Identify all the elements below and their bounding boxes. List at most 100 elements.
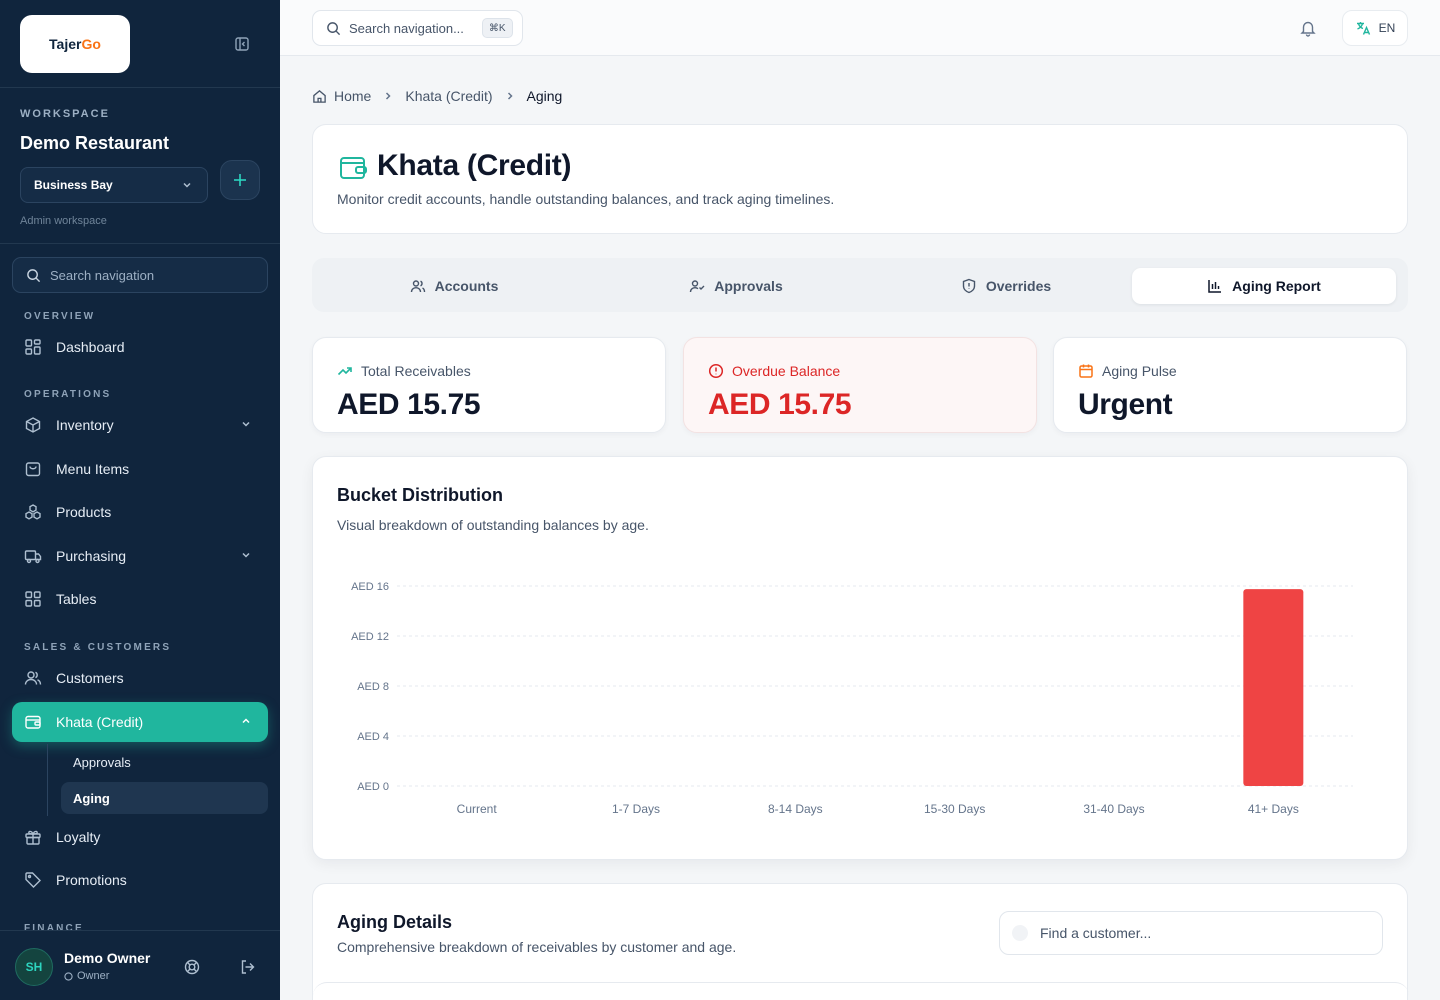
sidebar-subitem-approvals[interactable]: Approvals [61,746,268,778]
dashboard-grid-icon [25,339,41,355]
wallet-icon [25,715,41,729]
logo-accent-text: Go [81,36,101,52]
language-button[interactable]: EN [1342,10,1408,46]
tab-label: Accounts [434,278,499,294]
stat-total-receivables: Total Receivables AED 15.75 [312,337,666,433]
x-tick-label: 8-14 Days [768,802,823,816]
submenu-line [47,744,48,816]
sidebar-item-label: Customers [56,670,124,686]
gift-icon [25,830,41,845]
chevron-right-icon [507,92,513,100]
sidebar-item-menu-items[interactable]: Menu Items [12,449,268,489]
help-lifebuoy-icon[interactable] [183,958,201,976]
circle-icon [64,971,73,981]
breadcrumb: Home Khata (Credit) Aging [312,88,562,104]
tab-label: Aging Report [1232,278,1321,294]
sidebar: Tajer Go WORKSPACE Demo Restaurant Busine… [0,0,280,1000]
breadcrumb-parent[interactable]: Khata (Credit) [405,88,492,104]
sidebar-item-label: Tables [56,591,97,607]
branch-select[interactable]: Business Bay [20,167,208,203]
stat-label: Overdue Balance [708,363,840,379]
tab-label: Approvals [714,278,783,294]
sidebar-item-purchasing[interactable]: Purchasing [12,536,268,576]
chevron-up-icon [242,718,250,724]
details-title: Aging Details [337,912,453,932]
add-workspace-button[interactable] [220,160,260,200]
tab-label: Overrides [985,278,1052,294]
y-tick-label: AED 12 [351,631,389,643]
y-tick-label: AED 8 [357,681,389,693]
home-icon[interactable] [312,89,327,104]
sidebar-subitem-aging[interactable]: Aging [61,782,268,814]
x-tick-label: 1-7 Days [612,802,660,816]
users-icon [410,280,425,293]
chevron-right-icon [386,92,391,100]
calendar-icon [1079,364,1093,378]
tab-aging-report[interactable]: Aging Report [1132,268,1396,304]
sidebar-search-placeholder: Search navigation [50,267,155,283]
page-header-card: Khata (Credit) Monitor credit accounts, … [312,124,1408,234]
aging-details-card: Aging Details Comprehensive breakdown of… [312,883,1409,1000]
sidebar-item-inventory[interactable]: Inventory [12,405,268,445]
top-search-input[interactable]: Search navigation... ⌘K [312,10,523,46]
tab-accounts[interactable]: Accounts [322,268,586,304]
sidebar-item-customers[interactable]: Customers [12,658,268,698]
search-icon [1012,925,1028,941]
sidebar-collapse-icon[interactable] [234,36,252,52]
user-role-label: Owner [77,970,110,982]
page-title: Khata (Credit) [377,149,572,182]
sidebar-item-label: Products [56,504,112,520]
section-overview: OVERVIEW [24,311,96,322]
details-table [313,982,1409,1000]
sidebar-item-dashboard[interactable]: Dashboard [12,327,268,367]
sidebar-item-products[interactable]: Products [12,492,268,532]
plus-icon [234,174,246,186]
sidebar-item-khata[interactable]: Khata (Credit) [12,702,268,742]
sidebar-subitem-label: Aging [73,790,110,806]
stat-label-text: Overdue Balance [732,363,841,379]
sidebar-search-input[interactable]: Search navigation [12,257,268,293]
branch-select-value: Business Bay [34,178,113,192]
search-icon [327,21,341,35]
sidebar-item-label: Inventory [56,417,114,433]
tab-bar: Accounts Approvals Overrides Aging Repor… [312,258,1408,312]
language-label: EN [1378,21,1396,35]
user-role: Owner [64,970,109,982]
grid-icon [25,591,41,607]
sidebar-item-promotions[interactable]: Promotions [12,860,268,900]
sidebar-header: Tajer Go [0,0,280,88]
y-tick-label: AED 4 [357,731,389,743]
breadcrumb-home[interactable]: Home [334,88,371,104]
sidebar-item-tables[interactable]: Tables [12,579,268,619]
user-name: Demo Owner [64,950,151,966]
stat-label: Aging Pulse [1078,363,1177,379]
sidebar-item-label: Dashboard [56,339,125,355]
bucket-bar-chart: AED 0 AED 4 AED 8 AED 12 AED 16 Current 1-7 Da… [351,581,1353,816]
sidebar-item-label: Menu Items [56,461,130,477]
stat-value: AED 15.75 [708,388,852,421]
logout-icon[interactable] [239,958,257,976]
workspace-name: Demo Restaurant [20,133,170,153]
sidebar-item-label: Promotions [56,872,127,888]
user-check-icon [690,280,705,293]
sidebar-item-loyalty[interactable]: Loyalty [12,817,268,857]
tab-approvals[interactable]: Approvals [604,268,868,304]
details-subtitle: Comprehensive breakdown of receivables b… [337,939,737,955]
x-tick-label: 41+ Days [1248,802,1299,816]
users-icon [24,671,42,685]
avatar[interactable]: SH [15,948,53,986]
x-tick-label: Current [457,802,498,816]
chevron-down-icon [183,182,191,188]
chevron-down-icon [242,421,250,427]
bell-icon[interactable] [1299,19,1317,37]
stat-value: Urgent [1078,388,1173,421]
tab-overrides[interactable]: Overrides [874,268,1138,304]
customer-search-input[interactable]: Find a customer... [999,911,1383,955]
workspace-subtitle: Admin workspace [20,215,107,227]
package-icon [25,417,41,433]
stat-label-text: Total Receivables [361,363,471,379]
section-sales-customers: SALES & CUSTOMERS [24,642,172,653]
tag-icon [25,872,41,888]
workspace-label: WORKSPACE [20,108,110,120]
logo[interactable]: Tajer Go [20,15,130,73]
